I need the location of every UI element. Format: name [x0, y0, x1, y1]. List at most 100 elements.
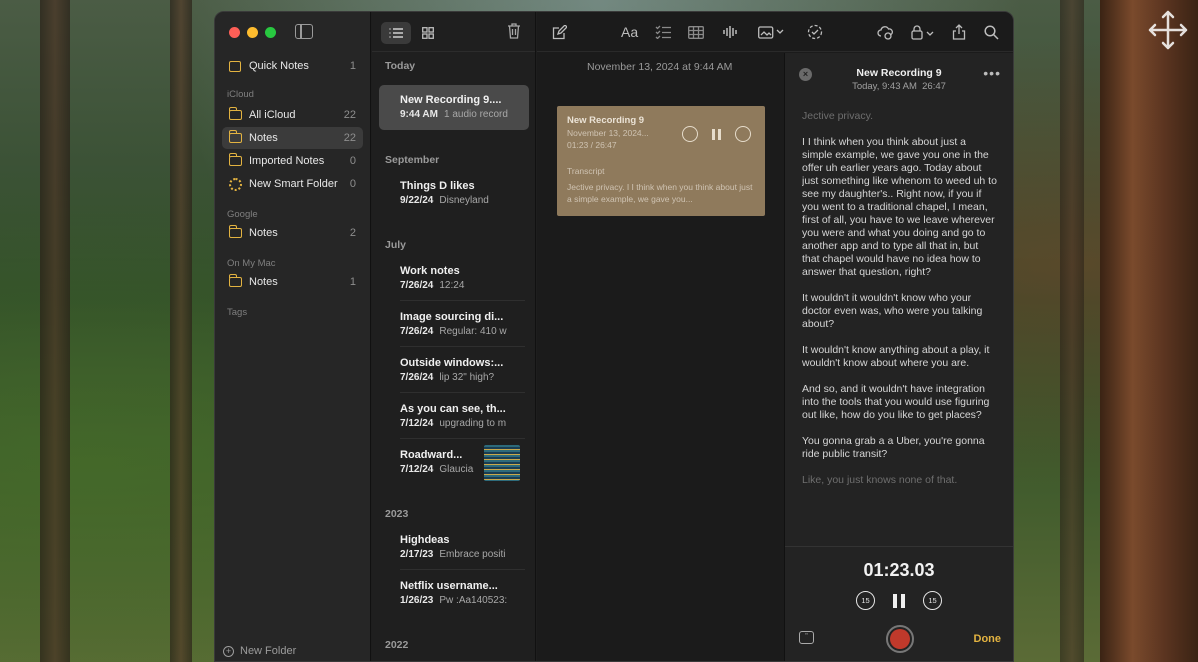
note-meta: 2/17/23 Embrace positi [400, 549, 529, 560]
sidebar-item-notes[interactable]: Notes 22 [222, 127, 363, 149]
table-icon [688, 25, 704, 39]
note-item[interactable]: As you can see, th... 7/12/24 upgrading t… [379, 394, 529, 439]
note-item[interactable]: Things D likes 9/22/24 Disneyland [379, 171, 529, 216]
format-button[interactable]: Aa [621, 23, 638, 41]
note-preview: Glaucia [439, 464, 474, 475]
compose-button[interactable] [552, 23, 567, 41]
trash-icon[interactable] [507, 23, 521, 39]
sidebar-item-mac-notes[interactable]: Notes 1 [222, 271, 363, 293]
quick-notes-icon [229, 60, 241, 72]
sidebar-item-google-notes[interactable]: Notes 2 [222, 222, 363, 244]
transcript-toggle-icon[interactable]: " [799, 631, 814, 644]
note-title: Work notes [400, 265, 460, 277]
editor-toolbar: Aa [537, 12, 1013, 52]
note-item[interactable]: New Recording 9.... 9:44 AM 1 audio recor… [379, 85, 529, 130]
lock-button[interactable] [911, 23, 935, 41]
background-trunk [170, 0, 192, 662]
panel-title: New Recording 9 [856, 67, 942, 79]
note-item[interactable]: Outside windows:... 7/26/24 lip 32" high? [379, 348, 529, 393]
sidebar-item-label: Quick Notes [249, 60, 309, 72]
sidebar-item-count: 0 [349, 178, 356, 190]
zoom-window-button[interactable] [265, 27, 276, 38]
sidebar-item-imported-notes[interactable]: Imported Notes 0 [222, 150, 363, 172]
audio-button[interactable] [723, 23, 737, 41]
skip-back-label: 15 [861, 596, 870, 605]
done-button[interactable]: Done [974, 633, 1002, 645]
skip-back-icon[interactable] [682, 126, 698, 142]
note-item[interactable]: Highdeas 2/17/23 Embrace positi [379, 525, 529, 570]
sidebar-item-quick-notes[interactable]: Quick Notes 1 [222, 55, 363, 77]
panel-duration: 26:47 [922, 81, 946, 92]
sidebar: Quick Notes 1 iCloud All iCloud 22 Notes… [215, 12, 371, 661]
sidebar-item-smart-folder[interactable]: New Smart Folder 0 [222, 173, 363, 195]
note-item[interactable]: Netflix username... 1/26/23 Pw :Aa140523: [379, 571, 529, 616]
section-header-google: Google [227, 209, 258, 220]
note-preview: Regular: 410 w [439, 326, 507, 337]
note-date: 1/26/23 [400, 595, 434, 606]
note-item[interactable]: Work notes 7/26/24 12:24 [379, 256, 529, 301]
section-header-july: July [385, 239, 407, 251]
note-title: New Recording 9.... [400, 94, 502, 106]
note-item[interactable]: Roadward... 7/12/24 Glaucia [379, 440, 529, 485]
sidebar-item-all-icloud[interactable]: All iCloud 22 [222, 104, 363, 126]
pause-icon[interactable] [712, 128, 721, 140]
sidebar-item-count: 22 [343, 109, 356, 121]
skip-back-15-button[interactable]: 15 [856, 591, 875, 610]
note-preview: Pw :Aa140523: [439, 595, 508, 606]
gallery-view-button[interactable] [413, 22, 443, 44]
skip-forward-15-button[interactable]: 15 [923, 591, 942, 610]
record-button[interactable] [886, 625, 914, 653]
checklist-icon [655, 25, 671, 39]
transcript-preview: Jective privacy. I I think when you thin… [567, 182, 753, 204]
transcript-paragraph: You gonna grab a a Uber, you're gonna ri… [802, 435, 985, 460]
close-window-button[interactable] [229, 27, 240, 38]
new-folder-button[interactable]: + New Folder [223, 645, 296, 657]
playback-time: 01:23.03 [863, 560, 935, 580]
note-preview: upgrading to m [439, 418, 507, 429]
table-button[interactable] [688, 23, 704, 41]
panel-subtitle: Today, 9:43 AM 26:47 [785, 81, 1013, 92]
folder-icon [228, 107, 242, 120]
note-title: Highdeas [400, 534, 450, 546]
search-icon [984, 24, 999, 40]
list-toolbar [372, 12, 535, 52]
link-badge-icon [807, 24, 823, 40]
collaborate-icon [877, 25, 893, 40]
checklist-button[interactable] [655, 23, 671, 41]
section-header-tags: Tags [227, 307, 248, 318]
note-item[interactable]: Image sourcing di... 7/26/24 Regular: 410… [379, 302, 529, 347]
sidebar-toggle-icon[interactable] [295, 24, 313, 39]
share-button[interactable] [952, 23, 966, 41]
sidebar-item-label: All iCloud [249, 109, 296, 121]
more-options-icon[interactable]: ••• [983, 65, 1001, 81]
collaborate-button[interactable] [807, 23, 823, 41]
note-date-header: November 13, 2024 at 9:44 AM [587, 61, 733, 73]
pause-button[interactable] [893, 593, 905, 608]
notes-window: Quick Notes 1 iCloud All iCloud 22 Notes… [214, 11, 1014, 662]
folder-icon [228, 153, 242, 166]
share-collaborate-button[interactable] [877, 23, 894, 41]
media-button[interactable] [758, 23, 784, 41]
note-date: 7/26/24 [400, 372, 434, 383]
transcript-paragraph: It wouldn't know anything about a play, … [802, 344, 990, 369]
sidebar-item-count: 0 [349, 155, 356, 167]
note-preview: lip 32" high? [439, 372, 495, 383]
transcript-paragraph: Like, you just knows none of that. [802, 474, 958, 486]
section-header-september: September [385, 154, 440, 166]
note-date: 9:44 AM [400, 109, 438, 120]
audio-recording-card[interactable]: New Recording 9 November 13, 2024... 01:… [557, 106, 765, 216]
note-meta: 9/22/24 Disneyland [400, 195, 529, 206]
search-button[interactable] [984, 23, 999, 41]
share-icon [952, 24, 966, 40]
skip-forward-icon[interactable] [735, 126, 751, 142]
notes-list: Today New Recording 9.... 9:44 AM 1 audio… [372, 12, 536, 661]
skip-forward-label: 15 [928, 596, 937, 605]
sidebar-item-count: 2 [349, 227, 356, 239]
minimize-window-button[interactable] [247, 27, 258, 38]
new-folder-label: New Folder [240, 645, 297, 657]
list-view-button[interactable] [381, 22, 411, 44]
transcript-paragraph: And so, and it wouldn't have integration… [802, 383, 990, 421]
note-meta: 1/26/23 Pw :Aa140523: [400, 595, 529, 606]
note-meta: 7/26/24 12:24 [400, 280, 529, 291]
note-meta: 7/26/24 lip 32" high? [400, 372, 529, 383]
